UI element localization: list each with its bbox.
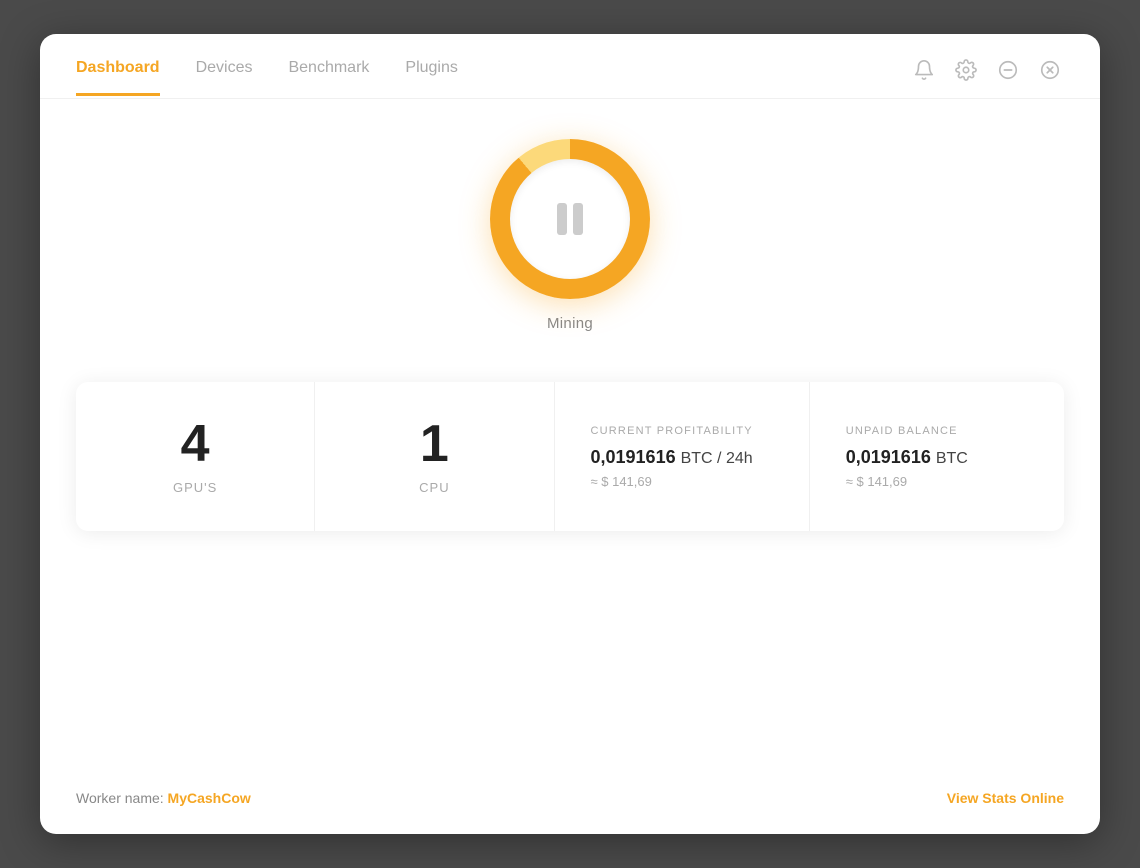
tab-devices[interactable]: Devices [196,59,253,96]
settings-icon[interactable] [952,56,980,84]
cpu-stat-cell: 1 CPU [315,382,554,531]
tab-plugins[interactable]: Plugins [405,59,457,96]
gpu-stat-cell: 4 GPU'S [76,382,315,531]
balance-usd: ≈ $ 141,69 [846,474,907,489]
mining-ring-inner [510,159,630,279]
worker-info: Worker name: MyCashCow [76,790,251,806]
stats-row: 4 GPU'S 1 CPU CURRENT PROFITABILITY 0,01… [76,382,1064,531]
mining-ring[interactable] [490,139,650,299]
pause-icon [557,203,583,235]
footer-bar: Worker name: MyCashCow View Stats Online [40,762,1100,834]
profitability-label: CURRENT PROFITABILITY [591,425,753,437]
balance-label: UNPAID BALANCE [846,425,958,437]
mining-section: Mining [490,139,650,332]
worker-prefix: Worker name: [76,790,168,806]
bell-icon[interactable] [910,56,938,84]
profitability-cell: CURRENT PROFITABILITY 0,0191616 BTC / 24… [555,382,810,531]
worker-name: MyCashCow [168,790,251,806]
app-window: Dashboard Devices Benchmark Plugins [40,34,1100,834]
nav-actions [910,56,1064,98]
view-stats-link[interactable]: View Stats Online [947,790,1064,806]
minimize-icon[interactable] [994,56,1022,84]
tab-benchmark[interactable]: Benchmark [288,59,369,96]
main-content: Mining 4 GPU'S 1 CPU CURRENT PROFITABILI… [40,99,1100,762]
profitability-usd: ≈ $ 141,69 [591,474,652,489]
tab-dashboard[interactable]: Dashboard [76,59,160,96]
pause-bar-right [573,203,583,235]
nav-tabs: Dashboard Devices Benchmark Plugins [76,59,458,96]
mining-status-label: Mining [547,315,593,332]
gpu-label: GPU'S [173,480,217,495]
gpu-count: 4 [181,418,210,470]
cpu-label: CPU [419,480,449,495]
cpu-count: 1 [420,418,449,470]
balance-value: 0,0191616 BTC [846,447,968,468]
pause-bar-left [557,203,567,235]
mining-button[interactable] [490,139,650,299]
nav-bar: Dashboard Devices Benchmark Plugins [40,34,1100,99]
close-icon[interactable] [1036,56,1064,84]
profitability-value: 0,0191616 BTC / 24h [591,447,753,468]
balance-cell: UNPAID BALANCE 0,0191616 BTC ≈ $ 141,69 [810,382,1064,531]
